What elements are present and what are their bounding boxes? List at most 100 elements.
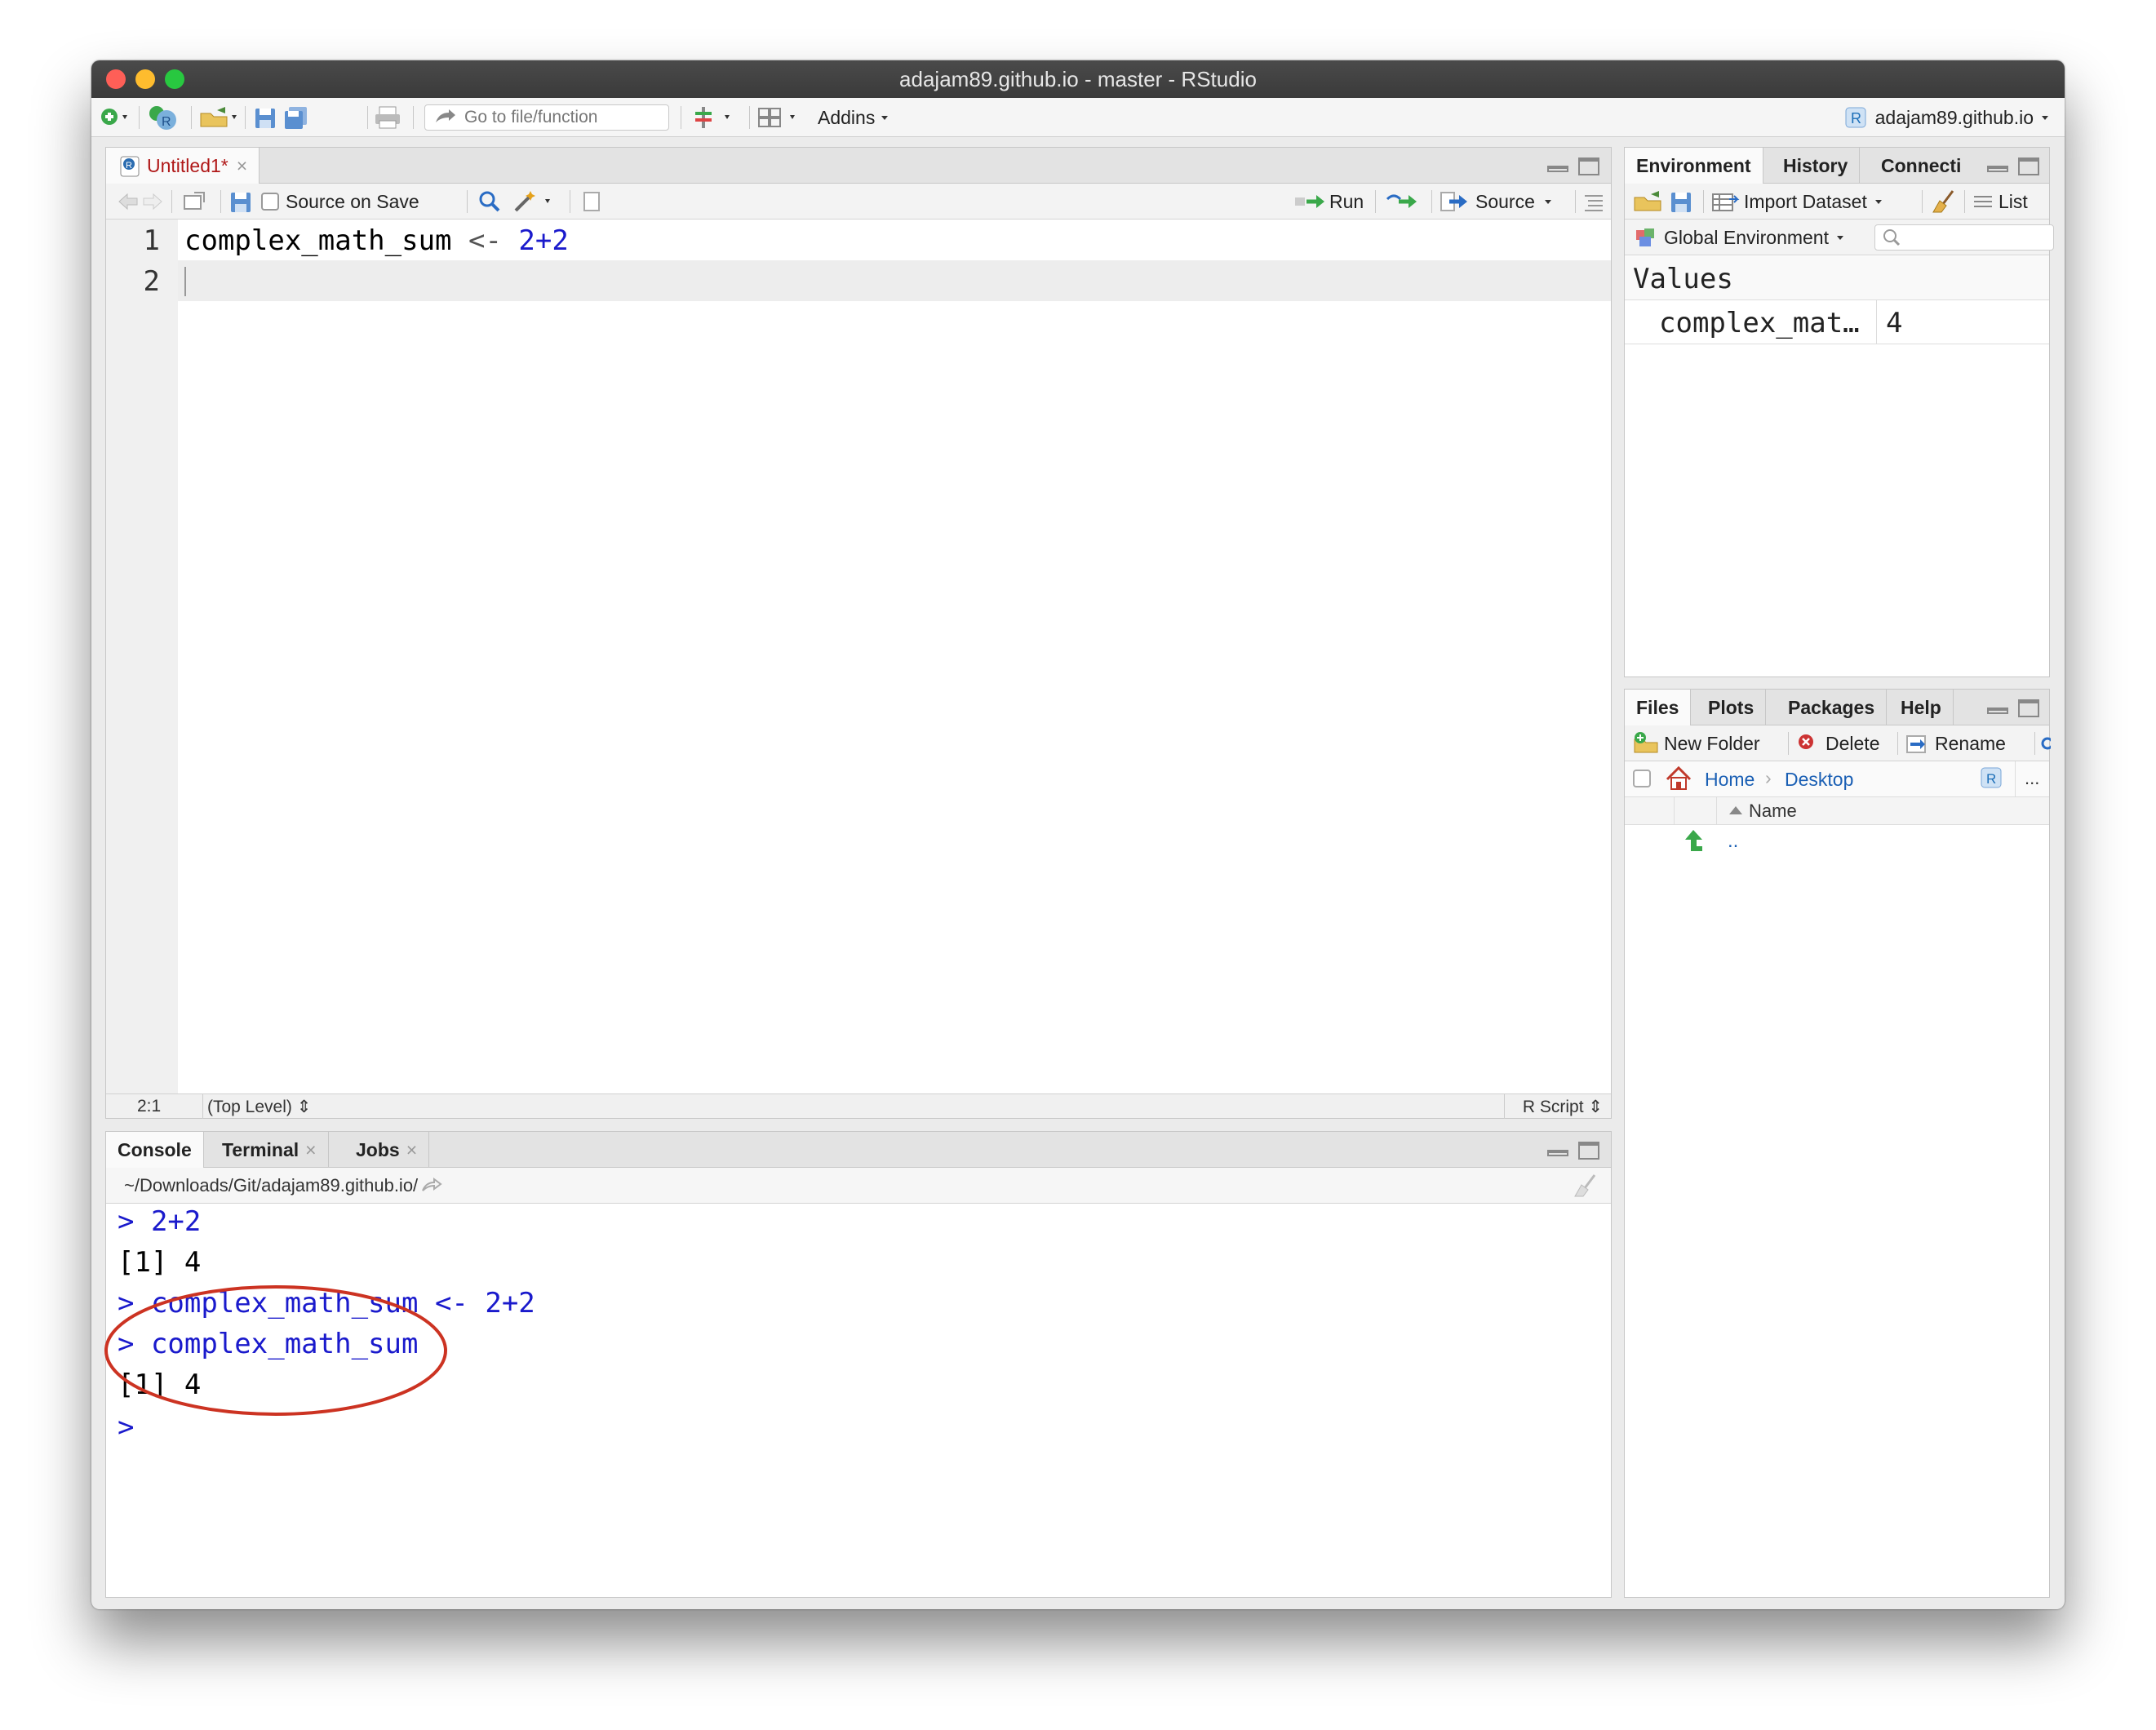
zoom-window-button[interactable] bbox=[165, 69, 184, 89]
close-tab-icon[interactable]: × bbox=[406, 1139, 417, 1161]
source-on-save-checkbox[interactable] bbox=[261, 193, 279, 211]
parent-directory-link[interactable]: .. bbox=[1728, 830, 1738, 853]
minimize-pane-button[interactable] bbox=[1547, 157, 1568, 172]
code-tools-button[interactable] bbox=[512, 184, 561, 220]
print-button[interactable] bbox=[373, 98, 402, 137]
connections-tab-label: Connecti bbox=[1881, 154, 1962, 176]
values-section-header: Values bbox=[1625, 256, 2049, 300]
working-directory: ~/Downloads/Git/adajam89.github.io/ bbox=[124, 1168, 447, 1204]
new-project-button[interactable]: R bbox=[147, 98, 183, 137]
run-button[interactable]: Run bbox=[1293, 184, 1364, 220]
goto-directory-icon[interactable] bbox=[418, 1176, 447, 1195]
load-workspace-button[interactable] bbox=[1633, 184, 1666, 220]
tab-untitled1[interactable]: R Untitled1* × bbox=[106, 148, 260, 184]
code-editor[interactable]: complex_math_sum <- 2+2 bbox=[178, 220, 1611, 1093]
save-workspace-button[interactable] bbox=[1669, 184, 1693, 220]
tab-connections[interactable]: Connecti bbox=[1870, 148, 1972, 184]
back-button[interactable] bbox=[116, 184, 165, 220]
environment-pane: Environment History Connecti Import Data… bbox=[1624, 147, 2054, 677]
tab-history[interactable]: History bbox=[1772, 148, 1861, 184]
save-button[interactable] bbox=[253, 98, 277, 137]
open-file-button[interactable] bbox=[199, 98, 242, 137]
delete-button[interactable]: Delete bbox=[1794, 725, 1879, 761]
new-file-button[interactable] bbox=[100, 98, 132, 137]
project-menu[interactable]: R adajam89.github.io bbox=[1843, 98, 2055, 137]
more-options-button[interactable] bbox=[2039, 725, 2051, 761]
more-path-button[interactable]: ... bbox=[2025, 768, 2039, 789]
find-replace-button[interactable] bbox=[477, 184, 503, 220]
tab-environment[interactable]: Environment bbox=[1625, 148, 1763, 184]
rename-button[interactable]: Rename bbox=[1904, 725, 2006, 761]
pane-layout-button[interactable] bbox=[757, 98, 806, 137]
outline-button[interactable] bbox=[1582, 184, 1606, 220]
goto-file-input[interactable]: Go to file/function bbox=[424, 104, 669, 131]
show-in-window-button[interactable] bbox=[180, 184, 209, 220]
breadcrumb-home[interactable]: Home bbox=[1705, 769, 1755, 791]
scope-selector[interactable]: (Top Level) ⇕ bbox=[207, 1097, 311, 1117]
arrow-left-icon bbox=[118, 193, 162, 211]
line-number: 2 bbox=[143, 265, 160, 298]
clear-console-button[interactable] bbox=[1572, 1168, 1599, 1204]
tab-help[interactable]: Help bbox=[1889, 690, 1954, 725]
maximize-icon bbox=[1578, 157, 1599, 175]
minimize-pane-button[interactable] bbox=[1547, 1142, 1568, 1156]
addins-menu[interactable]: Addins bbox=[818, 98, 893, 137]
environment-scope-selector[interactable]: Global Environment bbox=[1633, 220, 1850, 255]
environment-search-input[interactable] bbox=[1874, 224, 2054, 251]
minimize-icon bbox=[1987, 708, 2008, 714]
new-project-icon: R bbox=[149, 106, 176, 130]
select-all-checkbox[interactable] bbox=[1633, 770, 1651, 787]
clear-workspace-button[interactable] bbox=[1930, 184, 1958, 220]
save-all-button[interactable] bbox=[282, 98, 310, 137]
minimize-pane-button[interactable] bbox=[1987, 699, 2008, 714]
code-line-1: complex_math_sum <- 2+2 bbox=[184, 224, 569, 257]
home-icon[interactable] bbox=[1664, 765, 1693, 792]
view-mode-button[interactable]: List bbox=[1971, 184, 2028, 220]
new-folder-button[interactable]: New Folder bbox=[1633, 725, 1760, 761]
editor-save-button[interactable] bbox=[228, 184, 253, 220]
maximize-pane-button[interactable] bbox=[1578, 157, 1599, 175]
environment-tabbar: Environment History Connecti bbox=[1625, 148, 2049, 184]
maximize-pane-button[interactable] bbox=[1578, 1142, 1599, 1160]
tab-packages[interactable]: Packages bbox=[1777, 690, 1888, 725]
name-column-header[interactable]: Name bbox=[1726, 797, 1797, 825]
cursor-position: 2:1 bbox=[137, 1097, 162, 1116]
maximize-pane-button[interactable] bbox=[2018, 699, 2039, 717]
source-button[interactable]: Source bbox=[1440, 184, 1559, 220]
chevron-down-icon bbox=[2042, 116, 2048, 120]
tab-jobs[interactable]: Jobs × bbox=[344, 1132, 430, 1168]
search-icon bbox=[1883, 229, 1901, 246]
console-prompt: > bbox=[118, 1205, 151, 1238]
chevron-down-icon bbox=[881, 116, 889, 120]
minimize-pane-button[interactable] bbox=[1984, 157, 2008, 172]
close-window-button[interactable] bbox=[106, 69, 126, 89]
editor-tab-label: Untitled1* bbox=[147, 155, 228, 176]
files-pane: Files Plots Packages Help New Folder Del… bbox=[1624, 689, 2051, 1598]
maximize-icon bbox=[2018, 699, 2039, 717]
files-breadcrumb: Home › Desktop R ... bbox=[1625, 761, 2049, 797]
chevron-down-icon bbox=[1874, 200, 1882, 204]
vcs-button[interactable] bbox=[692, 98, 741, 137]
environment-value-row[interactable]: complex_mat… 4 bbox=[1625, 300, 2049, 344]
source-on-save-toggle[interactable]: Source on Save bbox=[261, 184, 419, 220]
rerun-button[interactable] bbox=[1384, 184, 1420, 220]
close-tab-icon[interactable]: × bbox=[305, 1139, 316, 1161]
maximize-pane-button[interactable] bbox=[2018, 157, 2039, 175]
print-icon bbox=[375, 106, 400, 129]
maximize-icon bbox=[1578, 1142, 1599, 1160]
compile-notebook-button[interactable] bbox=[579, 184, 604, 220]
breadcrumb-desktop[interactable]: Desktop bbox=[1785, 769, 1853, 791]
save-all-icon bbox=[285, 107, 307, 129]
file-type-selector[interactable]: R Script ⇕ bbox=[1523, 1097, 1603, 1117]
tab-terminal[interactable]: Terminal × bbox=[211, 1132, 329, 1168]
file-row-parent[interactable]: .. bbox=[1625, 825, 2049, 859]
r-project-icon[interactable]: R bbox=[1979, 765, 2005, 792]
tab-files[interactable]: Files bbox=[1625, 690, 1692, 726]
import-dataset-button[interactable]: Import Dataset bbox=[1710, 184, 1888, 220]
tab-plots[interactable]: Plots bbox=[1697, 690, 1767, 725]
console-input-text: 2+2 bbox=[150, 1205, 202, 1238]
close-tab-icon[interactable]: × bbox=[237, 155, 247, 177]
minimize-window-button[interactable] bbox=[135, 69, 155, 89]
tab-console[interactable]: Console bbox=[106, 1132, 204, 1169]
rerun-icon bbox=[1386, 194, 1417, 208]
